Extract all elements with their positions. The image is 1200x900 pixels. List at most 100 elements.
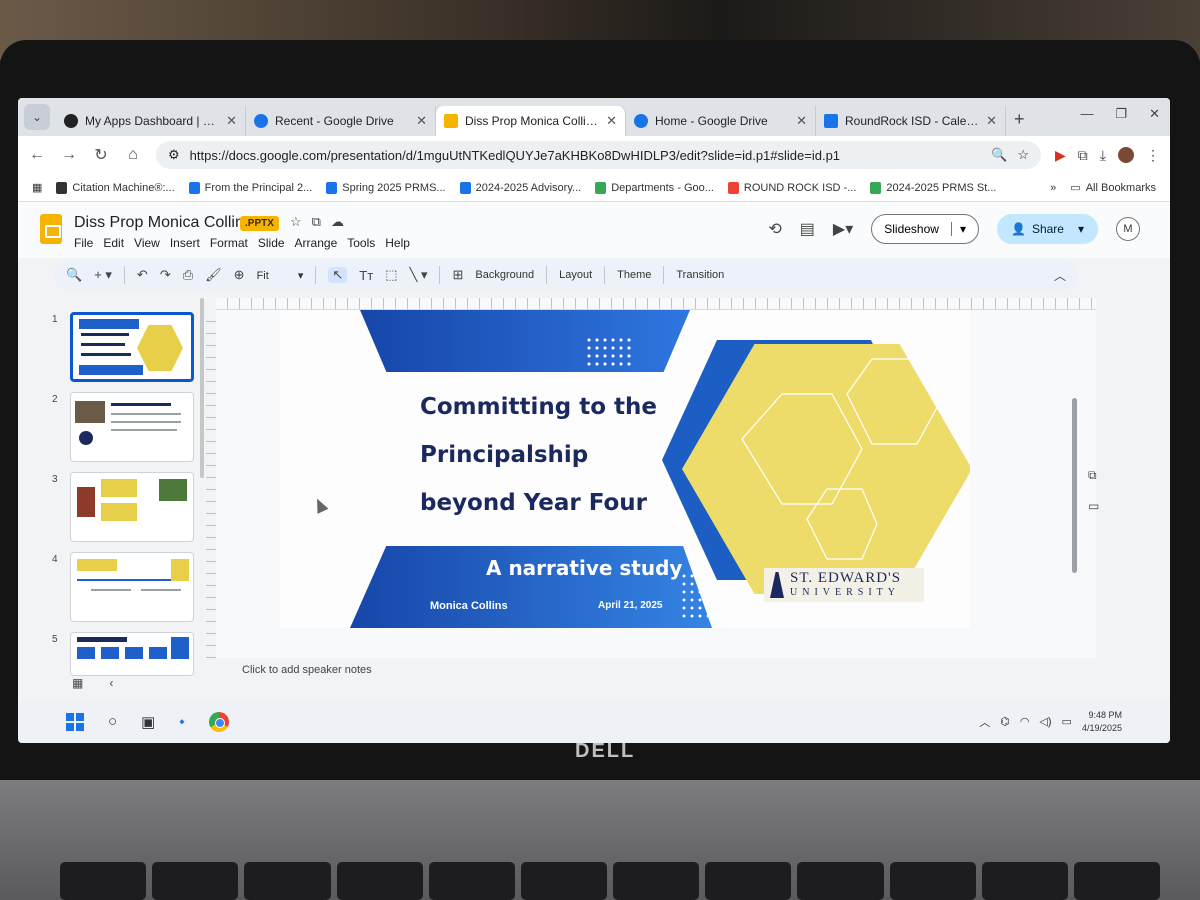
- tab-recent-drive[interactable]: Recent - Google Drive ✕: [246, 106, 436, 136]
- slideshow-button[interactable]: Slideshow ▾: [871, 214, 979, 244]
- explore-icon[interactable]: ⧉: [1088, 468, 1099, 483]
- tab-roundrock-calendar[interactable]: RoundRock ISD - Calendar - ✕: [816, 106, 1006, 136]
- volume-icon[interactable]: ◁): [1039, 715, 1051, 728]
- extension-icon[interactable]: ▶: [1055, 147, 1066, 164]
- network-icon[interactable]: ⌬: [1000, 715, 1010, 728]
- transition-button[interactable]: Transition: [676, 269, 724, 281]
- select-cursor-icon[interactable]: ↖: [328, 267, 348, 283]
- zoom-select[interactable]: Fit ▾: [257, 269, 304, 282]
- close-icon[interactable]: ✕: [226, 113, 237, 129]
- cloud-status-icon[interactable]: ☁: [331, 214, 344, 230]
- bookmark-item[interactable]: Departments - Goo...: [595, 181, 714, 194]
- home-icon[interactable]: ⌂: [124, 146, 142, 164]
- chevron-up-icon[interactable]: ︿: [1054, 267, 1066, 284]
- menu-slide[interactable]: Slide: [258, 236, 285, 250]
- filmstrip-scrollbar[interactable]: [200, 298, 204, 478]
- tab-home-drive[interactable]: Home - Google Drive ✕: [626, 106, 816, 136]
- paint-format-icon[interactable]: 🖌: [205, 267, 222, 283]
- menu-view[interactable]: View: [134, 236, 160, 250]
- zoom-icon[interactable]: 🔍: [991, 147, 1007, 163]
- zoom-icon[interactable]: ⊕: [234, 267, 245, 283]
- close-window-icon[interactable]: ✕: [1149, 106, 1160, 122]
- undo-icon[interactable]: ↶: [137, 267, 148, 283]
- menu-file[interactable]: File: [74, 236, 93, 250]
- tab-my-apps[interactable]: My Apps Dashboard | St. Edwa ✕: [56, 106, 246, 136]
- chevron-right-icon[interactable]: »: [1050, 182, 1056, 194]
- share-button[interactable]: 👤 Share ▾: [996, 214, 1098, 244]
- comments-icon[interactable]: ▤: [800, 219, 815, 239]
- task-view-icon[interactable]: ▣: [141, 713, 155, 731]
- slide-thumbnail-2[interactable]: [70, 392, 194, 462]
- close-icon[interactable]: ✕: [796, 113, 807, 129]
- new-slide-icon[interactable]: + ▾: [94, 267, 112, 283]
- close-icon[interactable]: ✕: [606, 113, 617, 129]
- wifi-icon[interactable]: ◠: [1020, 715, 1030, 728]
- search-icon[interactable]: ○: [108, 713, 117, 730]
- windows-start-icon[interactable]: [66, 712, 84, 731]
- forward-icon[interactable]: →: [60, 146, 78, 164]
- all-bookmarks-button[interactable]: ▭ All Bookmarks: [1070, 181, 1156, 195]
- tab-diss-prop[interactable]: Diss Prop Monica Collins.pptx ✕: [436, 106, 626, 136]
- grid-view-icon[interactable]: ▦: [72, 676, 83, 690]
- drive-folder-icon[interactable]: ▭: [1088, 499, 1099, 513]
- star-icon[interactable]: ☆: [1017, 147, 1029, 163]
- canvas-scrollbar[interactable]: [1072, 398, 1077, 573]
- profile-avatar[interactable]: [1118, 147, 1134, 163]
- text-box-icon[interactable]: Tт: [359, 268, 373, 283]
- minimize-icon[interactable]: —: [1080, 106, 1093, 122]
- star-icon[interactable]: ☆: [290, 214, 302, 230]
- document-title[interactable]: Diss Prop Monica Collins: [74, 214, 252, 232]
- bookmark-item[interactable]: ROUND ROCK ISD -...: [727, 181, 856, 194]
- redo-icon[interactable]: ↷: [160, 267, 171, 283]
- line-icon[interactable]: ╲ ▾: [410, 267, 428, 283]
- bookmark-item[interactable]: 2024-2025 Advisory...: [459, 181, 581, 194]
- meet-icon[interactable]: ▶▾: [833, 219, 853, 239]
- chevron-down-icon[interactable]: ▾: [1078, 222, 1084, 236]
- chevron-down-icon[interactable]: ▾: [950, 222, 966, 236]
- chrome-icon[interactable]: [208, 711, 229, 732]
- move-folder-icon[interactable]: ⧉: [312, 214, 321, 230]
- layout-button[interactable]: Layout: [559, 269, 592, 281]
- collapse-panel-icon[interactable]: ‹: [109, 676, 113, 690]
- back-icon[interactable]: ←: [28, 146, 46, 164]
- slide-thumbnail-4[interactable]: [70, 552, 194, 622]
- speaker-notes[interactable]: Click to add speaker notes: [242, 664, 372, 676]
- address-bar[interactable]: ⚙ https://docs.google.com/presentation/d…: [156, 141, 1042, 169]
- site-info-icon[interactable]: ⚙: [168, 147, 180, 163]
- search-menus-icon[interactable]: 🔍: [66, 267, 82, 283]
- title-slide[interactable]: ST. EDWARD'S UNIVERSITY Committing to th…: [280, 310, 970, 628]
- bookmark-item[interactable]: Citation Machine®:...: [56, 181, 175, 194]
- menu-edit[interactable]: Edit: [103, 236, 124, 250]
- menu-insert[interactable]: Insert: [170, 236, 200, 250]
- maximize-icon[interactable]: ❐: [1115, 106, 1127, 122]
- close-icon[interactable]: ✕: [416, 113, 427, 129]
- slide-thumbnail-5[interactable]: [70, 632, 194, 676]
- account-avatar[interactable]: M: [1116, 217, 1140, 241]
- menu-format[interactable]: Format: [210, 236, 248, 250]
- slide-thumbnail-3[interactable]: [70, 472, 194, 542]
- tab-search-button[interactable]: ⌄: [24, 104, 50, 130]
- menu-arrange[interactable]: Arrange: [295, 236, 338, 250]
- menu-tools[interactable]: Tools: [347, 236, 375, 250]
- print-icon[interactable]: ⎙: [183, 267, 193, 283]
- chevron-up-icon[interactable]: ︿: [979, 714, 990, 730]
- bookmark-item[interactable]: 2024-2025 PRMS St...: [870, 181, 996, 194]
- close-icon[interactable]: ✕: [986, 113, 997, 129]
- version-history-icon[interactable]: ⟲: [768, 219, 781, 239]
- slides-logo-icon[interactable]: [40, 214, 62, 244]
- reload-icon[interactable]: ↻: [92, 145, 110, 165]
- new-tab-button[interactable]: +: [1014, 109, 1025, 130]
- puzzle-icon[interactable]: ⧉: [1078, 147, 1088, 164]
- battery-icon[interactable]: ▭: [1062, 715, 1072, 728]
- bookmark-item[interactable]: Spring 2025 PRMS...: [326, 181, 446, 194]
- system-clock[interactable]: 9:48 PM 4/19/2025: [1082, 709, 1122, 735]
- insert-comment-icon[interactable]: ⊞: [452, 267, 463, 283]
- menu-help[interactable]: Help: [385, 236, 410, 250]
- slide-thumbnail-1[interactable]: [70, 312, 194, 382]
- background-button[interactable]: Background: [475, 269, 534, 281]
- widget-icon[interactable]: ⬩: [179, 713, 184, 730]
- image-icon[interactable]: ⬚: [385, 267, 397, 283]
- download-icon[interactable]: ⤓: [1100, 147, 1106, 164]
- theme-button[interactable]: Theme: [617, 269, 651, 281]
- apps-grid-icon[interactable]: ▦: [32, 181, 42, 194]
